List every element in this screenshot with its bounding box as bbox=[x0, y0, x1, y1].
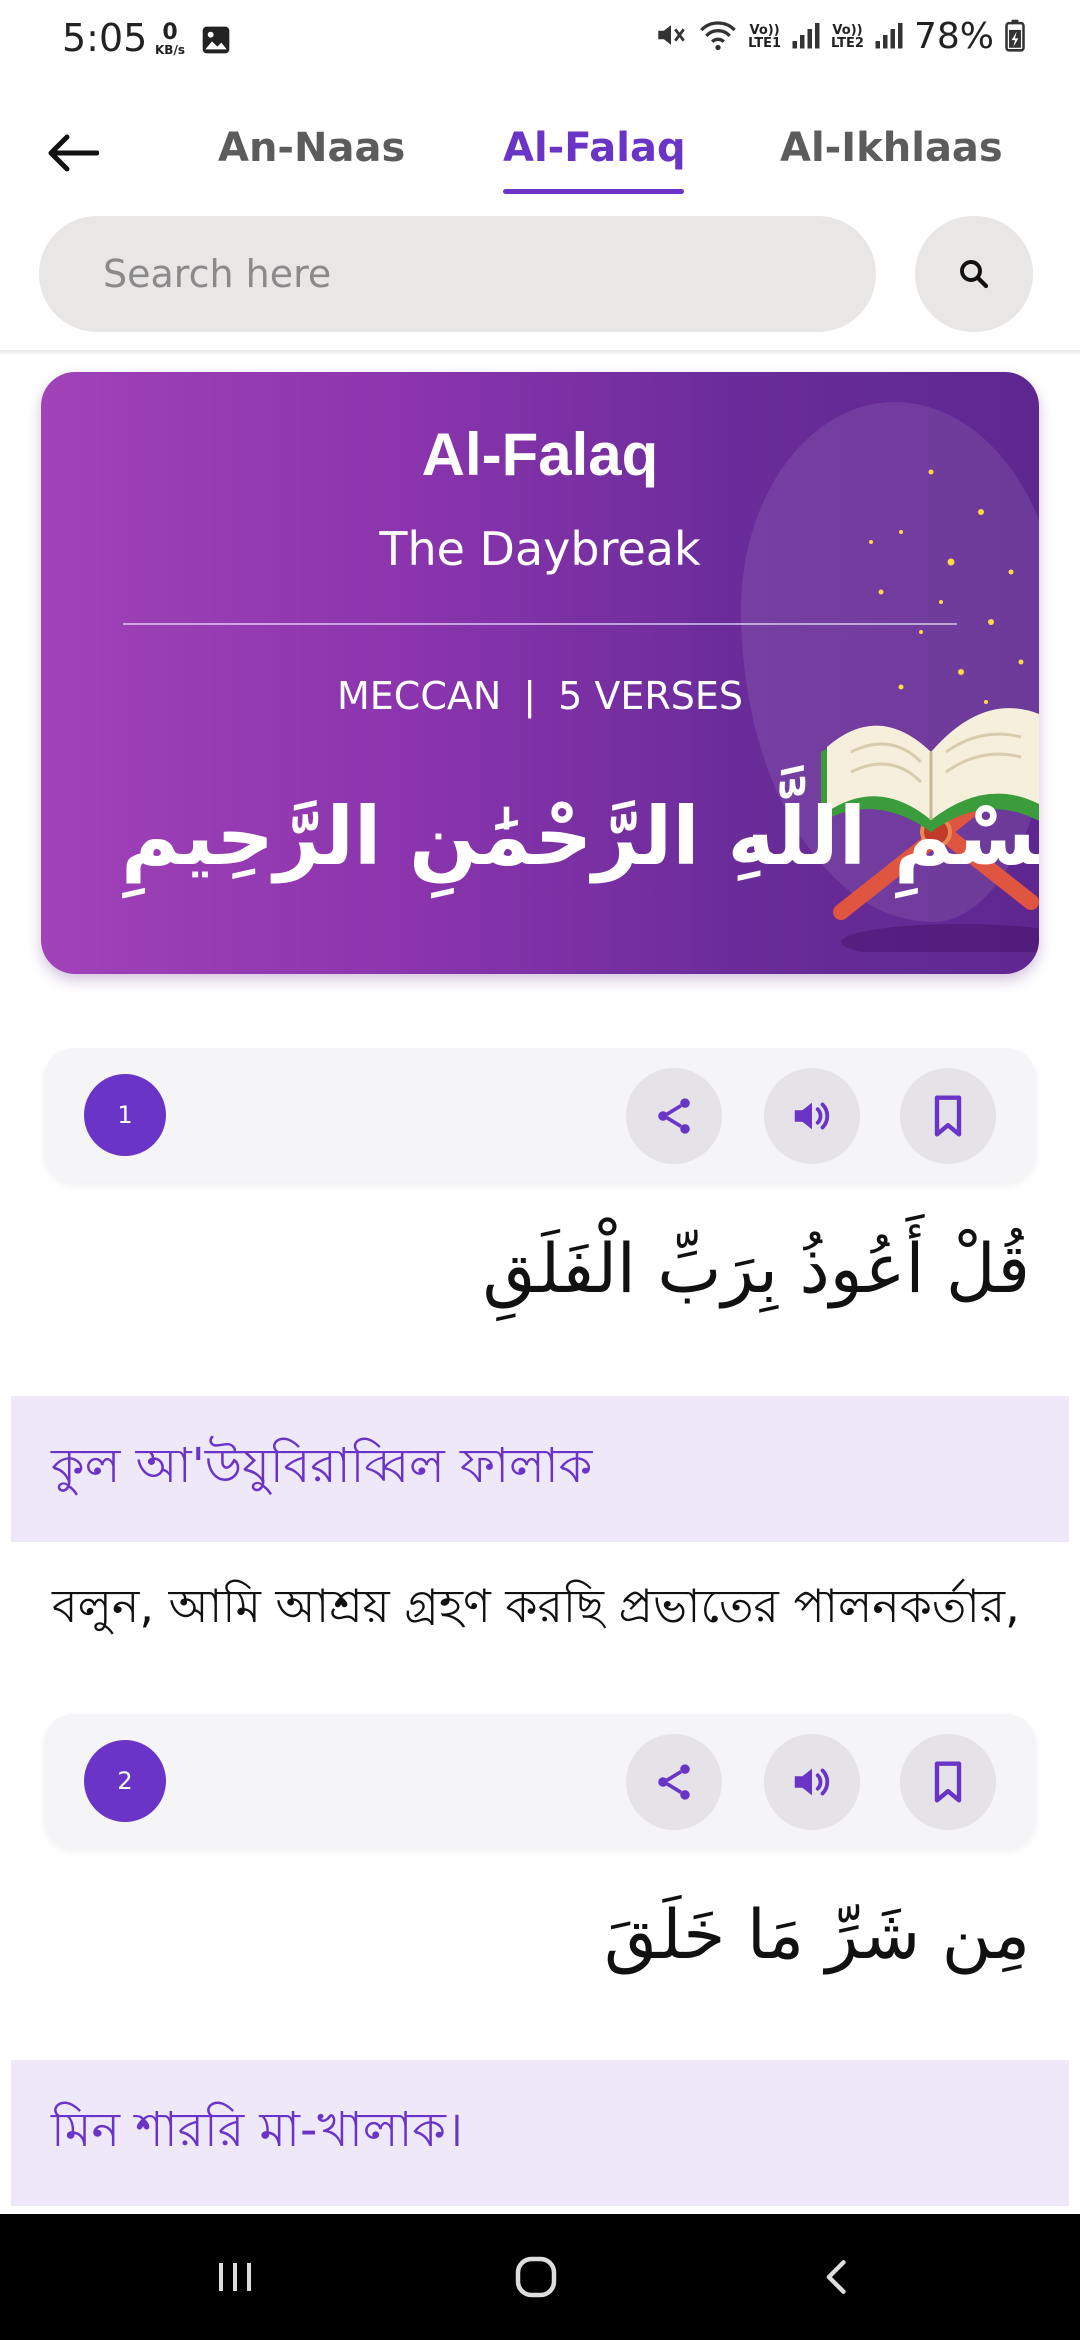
recent-apps-icon bbox=[219, 2263, 251, 2291]
share-icon bbox=[658, 1098, 690, 1134]
active-tab-indicator bbox=[503, 189, 684, 194]
search-box[interactable] bbox=[39, 216, 876, 332]
volume-icon bbox=[794, 1768, 830, 1796]
search-icon bbox=[960, 260, 989, 289]
signal-1-icon bbox=[791, 20, 821, 54]
arrow-left-icon bbox=[48, 134, 99, 172]
play-audio-button[interactable] bbox=[764, 1734, 860, 1830]
verse-transliteration: কুল আ'উযুবিরাব্বিল ফালাক bbox=[51, 1437, 593, 1494]
verse-transliteration-band: কুল আ'উযুবিরাব্বিল ফালাক bbox=[11, 1396, 1069, 1542]
gallery-notification-icon bbox=[200, 24, 232, 60]
surah-info-card: Al-Falaq The Daybreak MECCAN | 5 VERSES بِ… bbox=[41, 372, 1039, 974]
battery-charging-icon bbox=[1004, 18, 1026, 56]
mute-icon bbox=[654, 18, 688, 56]
network-speed-value: 0 bbox=[162, 20, 178, 45]
search-button[interactable] bbox=[915, 216, 1033, 332]
home-button[interactable] bbox=[506, 2247, 566, 2307]
play-audio-button[interactable] bbox=[764, 1068, 860, 1164]
bismillah-calligraphy: بِسْمِ اللَّهِ الرَّحْمَٰنِ الرَّحِيمِ bbox=[121, 790, 1039, 883]
surah-name: Al-Falaq bbox=[421, 421, 659, 488]
system-back-button[interactable] bbox=[808, 2247, 868, 2307]
share-icon bbox=[658, 1764, 690, 1800]
recent-apps-button[interactable] bbox=[205, 2247, 265, 2307]
volte-lte2-icon: Vo)) LTE2 bbox=[831, 22, 864, 51]
screen: 5:05 0 KB/s Vo)) LTE1 Vo)) LTE2 78% An-N… bbox=[0, 0, 1080, 2340]
bookmark-icon bbox=[934, 1761, 962, 1803]
bookmark-button[interactable] bbox=[900, 1068, 996, 1164]
verse-transliteration-band: মিন শাররি মা-খালাক। bbox=[11, 2060, 1069, 2206]
card-divider bbox=[123, 623, 957, 625]
signal-2-icon bbox=[874, 20, 904, 54]
bookmark-button[interactable] bbox=[900, 1734, 996, 1830]
meta-separator: | bbox=[523, 674, 537, 718]
verse-arabic-text: قُلْ أَعُوذُ بِرَبِّ الْفَلَقِ bbox=[482, 1230, 1030, 1309]
chevron-left-icon bbox=[826, 2260, 846, 2294]
verse-transliteration: মিন শাররি মা-খালাক। bbox=[51, 2101, 464, 2158]
header-divider bbox=[0, 350, 1080, 354]
surah-meta: MECCAN | 5 VERSES bbox=[41, 674, 1039, 718]
search-input[interactable] bbox=[103, 252, 876, 296]
battery-percent: 78% bbox=[913, 16, 994, 57]
volume-icon bbox=[794, 1102, 830, 1130]
network-speed-unit: KB/s bbox=[155, 43, 185, 57]
network-speed: 0 KB/s bbox=[150, 20, 190, 57]
verse-number-badge: 1 bbox=[84, 1074, 166, 1156]
wifi-icon bbox=[698, 18, 738, 56]
status-time: 5:05 bbox=[62, 16, 148, 60]
share-button[interactable] bbox=[626, 1068, 722, 1164]
verse-count: 5 VERSES bbox=[558, 674, 744, 718]
volte-lte1-icon: Vo)) LTE1 bbox=[748, 22, 782, 51]
verse-number-badge: 2 bbox=[84, 1740, 166, 1822]
verse-arabic-text: مِن شَرِّ مَا خَلَقَ bbox=[604, 1896, 1030, 1975]
status-bar: 5:05 0 KB/s Vo)) LTE1 Vo)) LTE2 78% bbox=[0, 0, 1080, 84]
share-button[interactable] bbox=[626, 1734, 722, 1830]
tab-al-falaq[interactable]: Al-Falaq bbox=[503, 125, 686, 171]
verse-toolbar: 1 bbox=[44, 1048, 1036, 1182]
status-icons: Vo)) LTE1 Vo)) LTE2 78% bbox=[654, 16, 1026, 57]
revelation-type: MECCAN bbox=[336, 674, 502, 718]
verse-translation: বলুন, আমি আশ্রয় গ্রহণ করছি প্রভাতের পাল… bbox=[52, 1579, 1020, 1633]
bookmark-icon bbox=[934, 1095, 962, 1137]
verse-toolbar: 2 bbox=[44, 1714, 1036, 1848]
tab-an-naas[interactable]: An-Naas bbox=[218, 125, 405, 171]
back-button[interactable] bbox=[40, 125, 104, 181]
surah-meaning: The Daybreak bbox=[379, 522, 701, 576]
tab-al-ikhlaas[interactable]: Al-Ikhlaas bbox=[780, 125, 1003, 171]
system-navigation-bar bbox=[0, 2214, 1080, 2340]
home-icon bbox=[515, 2256, 557, 2298]
